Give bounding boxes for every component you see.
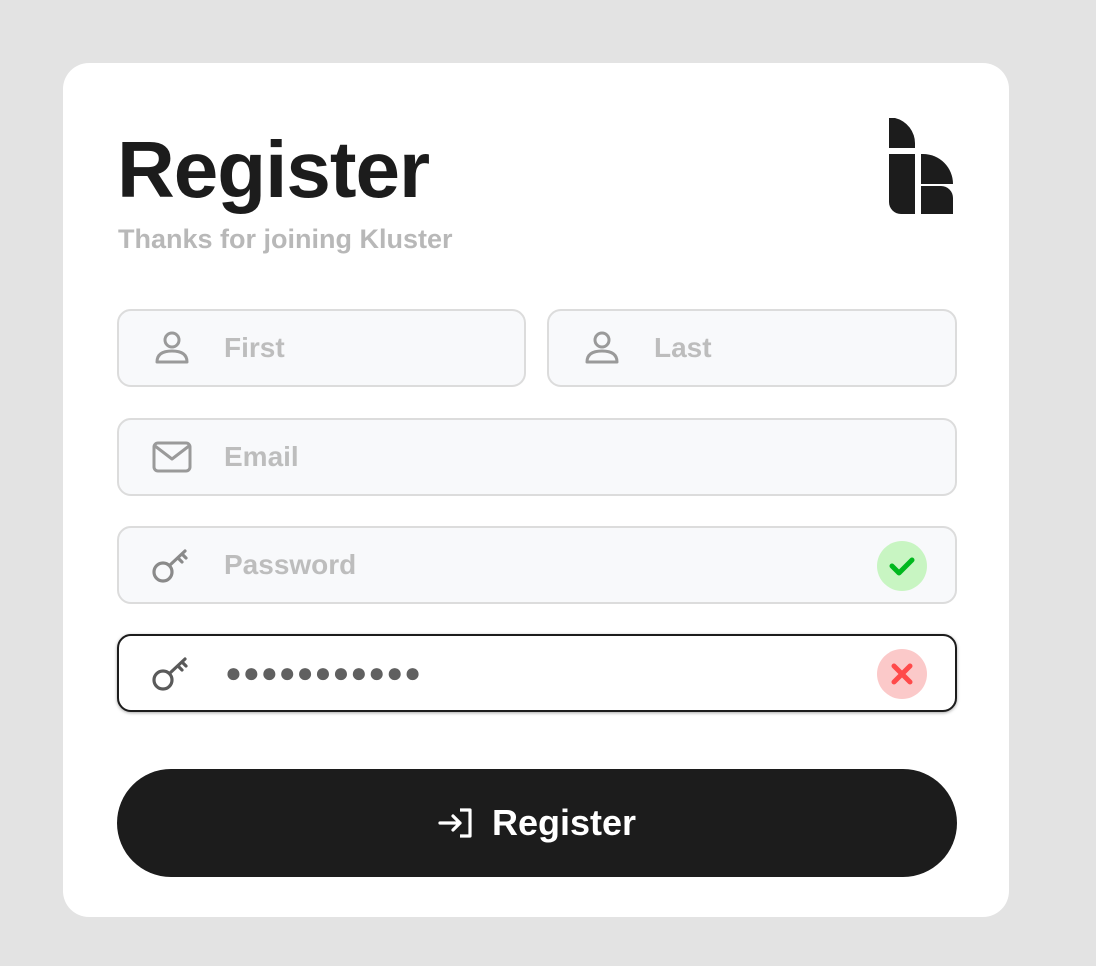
last-name-field[interactable] xyxy=(547,309,957,387)
kluster-logo-icon xyxy=(889,118,953,214)
last-name-input[interactable] xyxy=(654,311,914,385)
key-icon xyxy=(152,657,188,691)
password-valid-badge xyxy=(877,541,927,591)
password-field[interactable] xyxy=(117,526,957,604)
page-subtitle: Thanks for joining Kluster xyxy=(118,224,453,254)
x-icon xyxy=(891,663,913,685)
email-field[interactable] xyxy=(117,418,957,496)
user-icon xyxy=(585,331,619,364)
key-icon xyxy=(152,549,188,583)
confirm-password-invalid-badge xyxy=(877,649,927,699)
mail-icon xyxy=(152,441,192,473)
confirm-password-field[interactable]: ●●●●●●●●●●● xyxy=(117,634,957,712)
login-arrow-icon xyxy=(438,808,472,838)
register-button-label: Register xyxy=(491,802,637,843)
password-input[interactable] xyxy=(224,528,824,602)
register-card: Register Thanks for joining Kluster Firs… xyxy=(63,63,1009,917)
page-title: Register xyxy=(117,125,430,214)
confirm-password-input[interactable]: ●●●●●●●●●●● xyxy=(225,636,422,710)
first-name-field[interactable] xyxy=(117,309,526,387)
first-name-input[interactable] xyxy=(224,311,484,385)
email-input[interactable] xyxy=(224,420,824,494)
register-button[interactable]: Register xyxy=(117,769,957,877)
check-icon xyxy=(889,557,915,576)
user-icon xyxy=(155,331,189,364)
